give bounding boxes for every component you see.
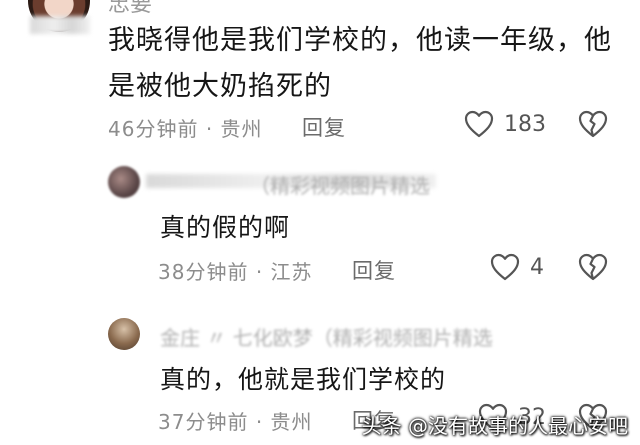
reply-avatar[interactable] (108, 318, 140, 350)
reply-button[interactable]: 回复 (302, 112, 346, 142)
reply-time: 38分钟前 (158, 260, 249, 284)
reply-location: 贵州 (270, 410, 313, 434)
like-button[interactable]: 183 (464, 110, 546, 138)
reply-username[interactable]: （精彩视频图片精选 (250, 170, 430, 199)
heart-icon (464, 110, 494, 138)
meta-separator: · (205, 117, 214, 141)
dislike-button[interactable] (578, 253, 608, 285)
reply-meta: 38分钟前 · 江苏 (158, 256, 313, 285)
reply-location: 江苏 (270, 260, 313, 284)
reply-meta: 37分钟前 · 贵州 (158, 406, 313, 435)
avatar-blur-mask (30, 16, 90, 34)
reply-avatar[interactable] (108, 166, 140, 198)
reply-text: 真的，他就是我们学校的 (160, 365, 447, 394)
reply-text: 真的假的啊 (160, 213, 291, 242)
comment-meta: 46分钟前 · 贵州 (108, 113, 263, 142)
like-count: 4 (530, 254, 544, 280)
comment-username[interactable]: 忠要 (108, 0, 152, 18)
broken-heart-icon (578, 110, 608, 138)
heart-icon (490, 253, 520, 281)
like-count: 183 (504, 111, 546, 137)
like-button[interactable]: 4 (490, 253, 544, 281)
reply-button[interactable]: 回复 (352, 255, 396, 285)
meta-separator: · (255, 410, 264, 434)
watermark: 头条 @没有故事的人最心安吧 (361, 414, 628, 438)
broken-heart-icon (578, 253, 608, 281)
comment-text: 我晓得他是我们学校的，他读一年级，他 是被他大奶掐死的 (108, 18, 628, 110)
dislike-button[interactable] (578, 110, 608, 142)
reply-username[interactable]: 金庄 〃 七化欧梦（精彩视频图片精选 (160, 322, 493, 351)
comment-text-line: 我晓得他是我们学校的，他读一年级，他 (108, 25, 612, 56)
meta-separator: · (255, 260, 264, 284)
reply-time: 37分钟前 (158, 410, 249, 434)
comment-location: 贵州 (220, 117, 263, 141)
comment-time: 46分钟前 (108, 117, 199, 141)
comment-thread: 忠要 我晓得他是我们学校的，他读一年级，他 是被他大奶掐死的 46分钟前 · 贵… (0, 0, 640, 445)
comment-text-line: 是被他大奶掐死的 (108, 71, 332, 102)
